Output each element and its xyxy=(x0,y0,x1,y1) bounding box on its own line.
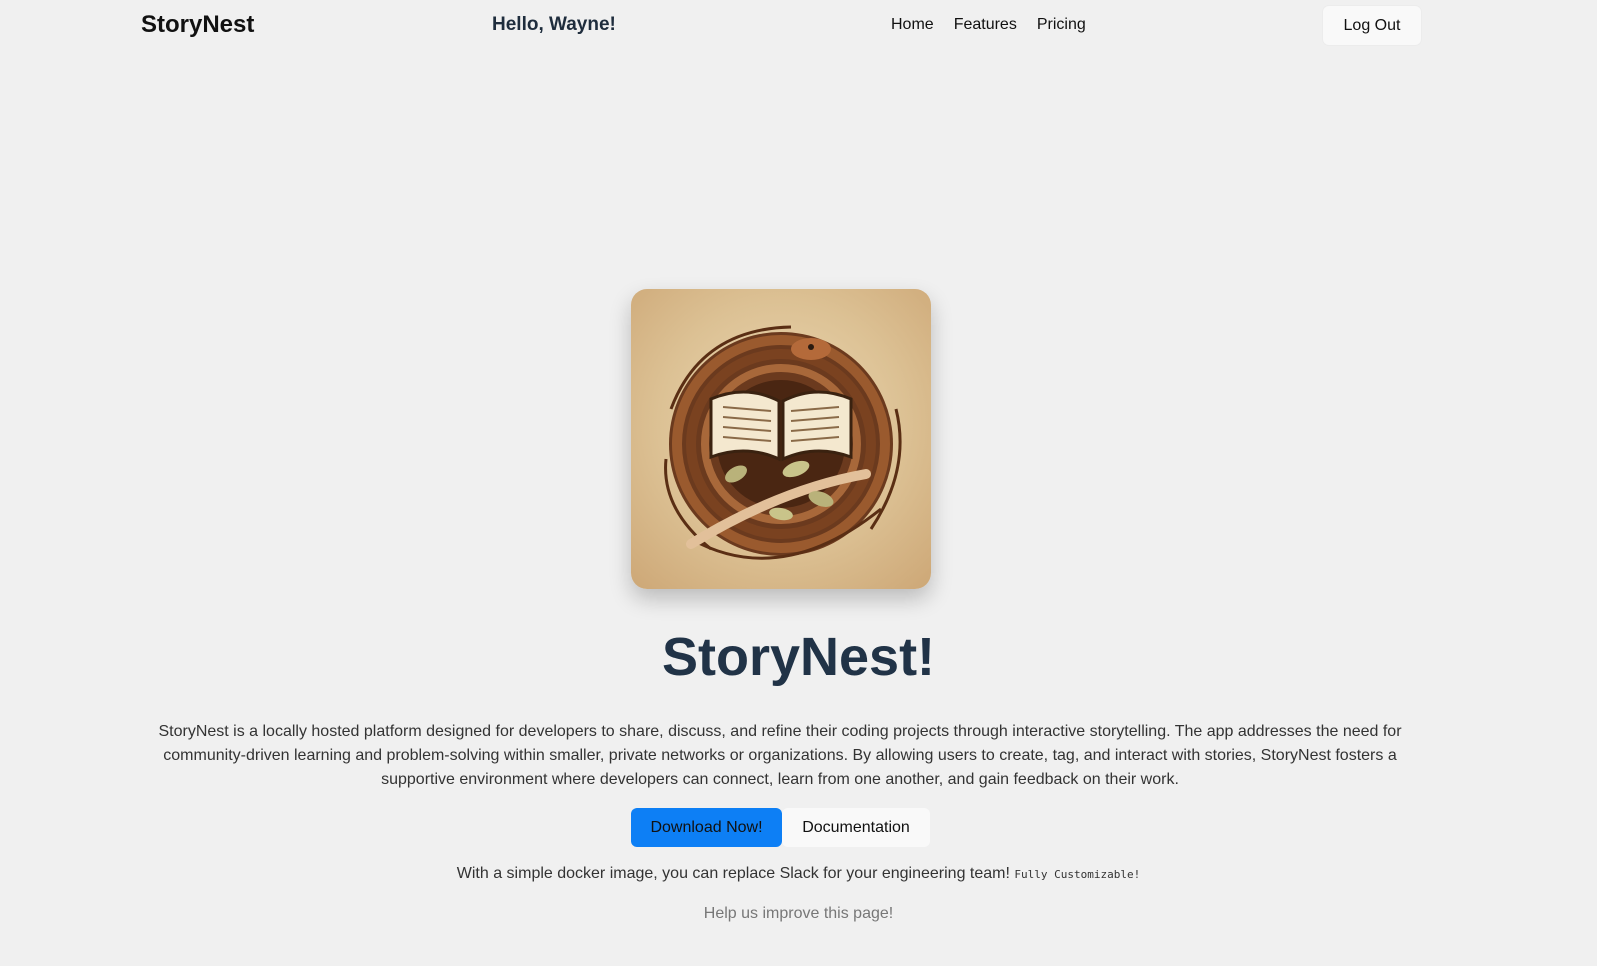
brand-logo-text[interactable]: StoryNest xyxy=(141,11,254,39)
hero-title: StoryNest! xyxy=(661,627,936,687)
nav-link-pricing[interactable]: Pricing xyxy=(1037,16,1086,34)
customizable-code-label: Fully Customizable! xyxy=(1014,868,1141,881)
storynest-logo-image xyxy=(631,289,931,589)
nest-book-icon xyxy=(664,325,902,560)
main-nav: Home Features Pricing xyxy=(891,16,1086,34)
tagline: With a simple docker image, you can repl… xyxy=(0,865,1597,883)
download-now-button[interactable]: Download Now! xyxy=(631,808,782,847)
nav-link-features[interactable]: Features xyxy=(954,16,1017,34)
nav-link-home[interactable]: Home xyxy=(891,16,934,34)
user-greeting: Hello, Wayne! xyxy=(492,14,616,35)
log-out-button[interactable]: Log Out xyxy=(1323,6,1421,45)
top-nav-bar: StoryNest Hello, Wayne! Home Features Pr… xyxy=(0,0,1597,50)
help-improve-text: Help us improve this page! xyxy=(703,905,894,922)
cta-button-group: Download Now! Documentation xyxy=(631,808,930,847)
hero-description: StoryNest is a locally hosted platform d… xyxy=(158,723,1402,788)
tagline-text: With a simple docker image, you can repl… xyxy=(456,865,1010,882)
documentation-button[interactable]: Documentation xyxy=(782,808,930,847)
